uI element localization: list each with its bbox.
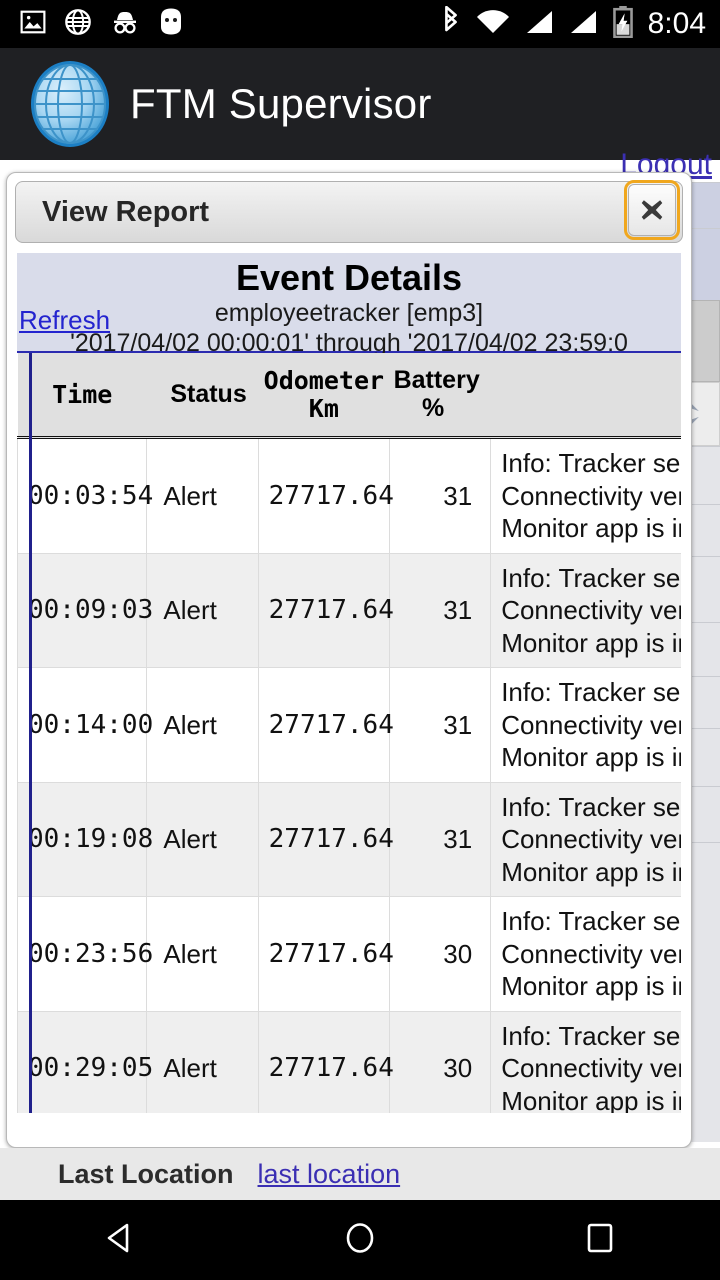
- report-header: Event Details employeetracker [emp3] '20…: [17, 253, 681, 357]
- cell-time: 00:09:03: [17, 552, 153, 668]
- report-subject: employeetracker [emp3]: [214, 299, 484, 327]
- cell-status: Alert: [146, 437, 259, 554]
- cell-battery: 31: [389, 781, 492, 897]
- table-body: 00:03:54Alert27717.6431Info: Tracker ser…: [17, 437, 681, 1113]
- image-icon: [20, 9, 46, 40]
- recents-square-icon: [587, 1223, 613, 1252]
- report-title: Event Details: [235, 257, 463, 298]
- report-table-scroll[interactable]: Time Status Odometer Km Battery % Locat …: [17, 353, 681, 1113]
- cell-odometer: 27717.64: [257, 781, 394, 897]
- incognito-icon: [110, 9, 140, 40]
- cell-battery: 30: [389, 1010, 492, 1113]
- cell-battery: 30: [389, 896, 492, 1012]
- cell-time: 00:19:08: [17, 781, 153, 897]
- cell-status: Alert: [146, 1010, 259, 1113]
- status-bar: 8:04: [0, 0, 720, 48]
- navigation-bar: [0, 1200, 720, 1280]
- table-header: Time Status Odometer Km Battery % Locat: [17, 353, 681, 439]
- cell-location: Info: Tracker ser Connectivity veri Moni…: [490, 896, 681, 1012]
- cell-battery: 31: [389, 437, 492, 554]
- android-head-icon: [158, 8, 184, 41]
- table-row[interactable]: 00:14:00Alert27717.6431Info: Tracker ser…: [17, 667, 681, 783]
- table-row[interactable]: 00:19:08Alert27717.6431Info: Tracker ser…: [17, 781, 681, 897]
- column-header-battery[interactable]: Battery %: [389, 353, 491, 439]
- cell-location: Info: Tracker ser Connectivity veri Moni…: [490, 552, 681, 668]
- report-table: Time Status Odometer Km Battery % Locat …: [17, 353, 681, 1113]
- column-header-location[interactable]: Locat: [490, 353, 681, 439]
- wifi-icon: [476, 8, 510, 41]
- cell-battery: 31: [389, 667, 492, 783]
- cell-odometer: 27717.64: [257, 552, 394, 668]
- cell-odometer: 27717.64: [257, 667, 394, 783]
- home-button[interactable]: [340, 1218, 380, 1263]
- table-header-row: Time Status Odometer Km Battery % Locat: [17, 353, 681, 439]
- cell-time: 00:29:05: [17, 1010, 153, 1113]
- battery-charging-icon: [612, 5, 634, 43]
- close-button[interactable]: [624, 180, 680, 240]
- globe-icon: [64, 8, 92, 41]
- dialog-title-bar: View Report: [15, 180, 683, 243]
- cell-odometer: 27717.64: [257, 1010, 394, 1113]
- table-row[interactable]: 00:09:03Alert27717.6431Info: Tracker ser…: [17, 552, 681, 668]
- bluetooth-icon: [440, 5, 462, 43]
- view-report-dialog: View Report Event Details employeetracke…: [6, 172, 692, 1148]
- signal-2-icon: [568, 8, 598, 41]
- back-button[interactable]: [100, 1218, 140, 1263]
- column-header-status[interactable]: Status: [146, 353, 259, 439]
- last-location-link[interactable]: last location: [258, 1159, 401, 1190]
- cell-status: Alert: [146, 552, 259, 668]
- status-bar-clock: 8:04: [647, 7, 706, 40]
- signal-1-icon: [524, 8, 554, 41]
- refresh-link[interactable]: Refresh: [19, 305, 110, 336]
- table-row[interactable]: 00:29:05Alert27717.6430Info: Tracker ser…: [17, 1010, 681, 1113]
- globe-logo-icon: [28, 59, 112, 149]
- close-icon: [641, 200, 663, 220]
- cell-time: 00:03:54: [17, 437, 153, 554]
- status-bar-notifications: [0, 8, 440, 41]
- screen: 8:04 FTM Supervisor Logout View Report E…: [0, 0, 720, 1280]
- cell-status: Alert: [146, 896, 259, 1012]
- cell-time: 00:14:00: [17, 667, 153, 783]
- recents-button[interactable]: [580, 1218, 620, 1263]
- home-circle-icon: [346, 1222, 374, 1253]
- cell-battery: 31: [389, 552, 492, 668]
- app-bar: FTM Supervisor: [0, 48, 720, 160]
- cell-location: Info: Tracker ser Connectivity veri Moni…: [490, 781, 681, 897]
- status-bar-system-icons: 8:04: [440, 5, 720, 43]
- cell-odometer: 27717.64: [257, 437, 394, 554]
- table-row[interactable]: 00:03:54Alert27717.6431Info: Tracker ser…: [17, 437, 681, 554]
- cell-odometer: 27717.64: [257, 896, 394, 1012]
- cell-location: Info: Tracker ser Connectivity veri Moni…: [490, 1010, 681, 1113]
- dialog-body: Event Details employeetracker [emp3] '20…: [17, 253, 681, 1137]
- cell-status: Alert: [146, 667, 259, 783]
- column-header-odometer[interactable]: Odometer Km: [258, 353, 390, 439]
- footer-bar: Last Location last location: [0, 1148, 720, 1200]
- cell-location: Info: Tracker ser Connectivity veri Moni…: [490, 667, 681, 783]
- cell-time: 00:23:56: [17, 896, 153, 1012]
- column-header-time[interactable]: Time: [17, 353, 147, 439]
- app-title: FTM Supervisor: [130, 80, 432, 127]
- back-triangle-icon: [107, 1223, 129, 1252]
- dialog-title: View Report: [42, 195, 210, 228]
- cell-location: Info: Tracker ser Connectivity veri Moni…: [490, 437, 681, 554]
- table-left-rule: [29, 353, 32, 1113]
- last-location-label: Last Location: [58, 1158, 234, 1189]
- table-row[interactable]: 00:23:56Alert27717.6430Info: Tracker ser…: [17, 896, 681, 1012]
- cell-status: Alert: [146, 781, 259, 897]
